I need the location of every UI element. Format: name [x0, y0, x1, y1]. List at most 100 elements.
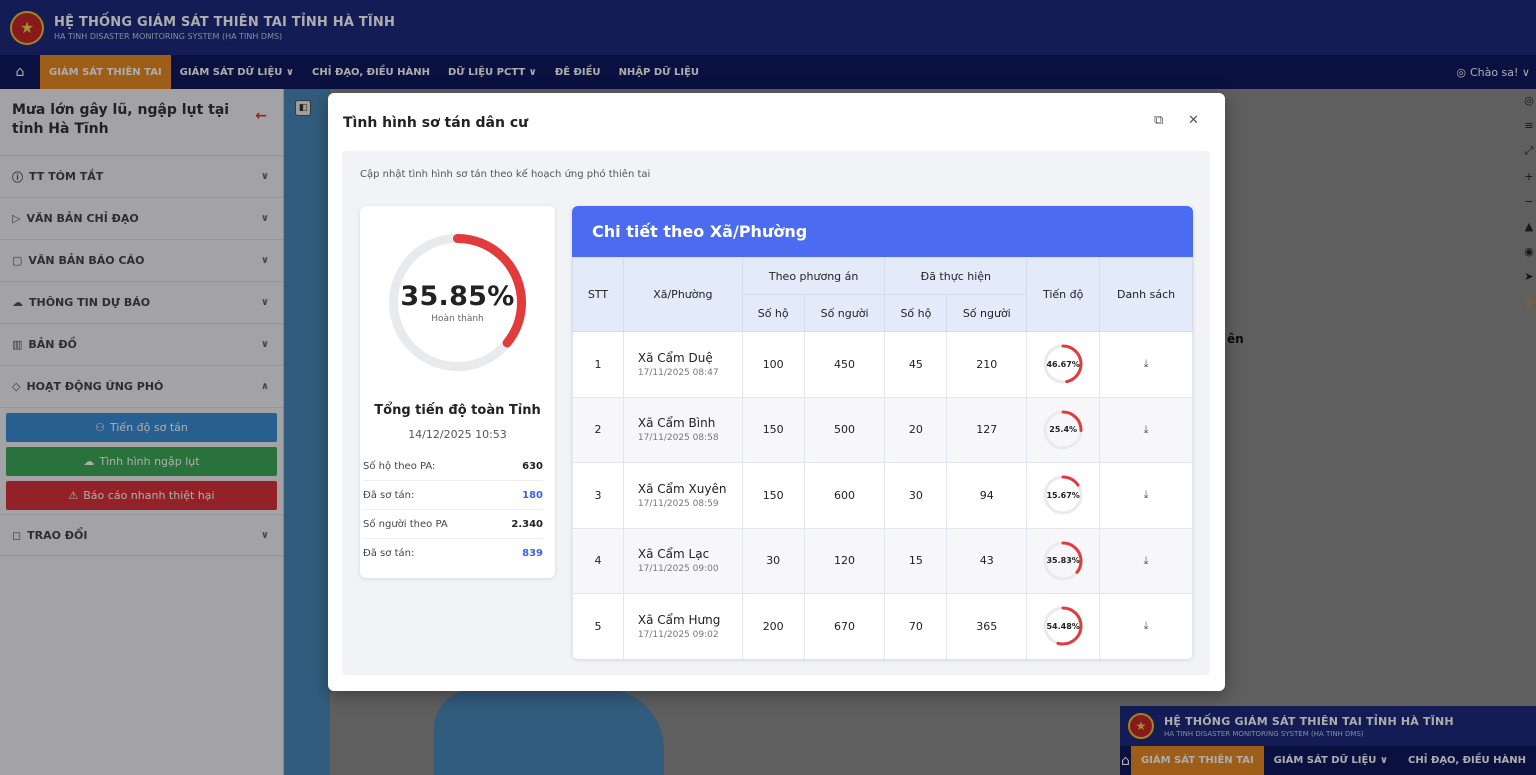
cell-progress: 35.83% — [1026, 527, 1101, 594]
table-row: 2 Xã Cẩm Bình 17/11/2025 08:58 150 500 20 127 2… — [572, 396, 1193, 463]
col-done-households: Số hộ — [884, 294, 948, 332]
evacuation-modal: Tình hình sơ tán dân cư ⧉ ✕ Cập nhật tìn… — [328, 93, 1225, 691]
cell-stt: 3 — [572, 462, 624, 529]
cell-xa-phuong: Xã Cẩm Bình 17/11/2025 08:58 — [622, 396, 743, 463]
close-icon[interactable]: ✕ — [1188, 113, 1199, 128]
cell-stt: 5 — [572, 593, 624, 659]
cell-done-households: 15 — [884, 527, 948, 594]
cell-plan-people: 120 — [803, 527, 886, 594]
col-plan-households: Số hộ — [741, 294, 805, 332]
cell-plan-households: 150 — [741, 396, 805, 463]
modal-title: Tình hình sơ tán dân cư — [343, 115, 529, 131]
cell-download: ⤓ — [1099, 462, 1193, 529]
progress-text: 54.48% — [1046, 621, 1080, 631]
progress-text: 15.67% — [1046, 490, 1080, 500]
cell-progress: 25.4% — [1026, 396, 1101, 463]
cell-download: ⤓ — [1099, 527, 1193, 594]
table-row: 5 Xã Cẩm Hưng 17/11/2025 09:02 200 670 70 365 5… — [572, 593, 1193, 659]
summary-stats: Số hộ theo PA: 630 Đã sơ tán: 180 Số ngư… — [363, 452, 543, 568]
cell-done-households: 20 — [884, 396, 948, 463]
cell-plan-people: 500 — [803, 396, 886, 463]
stat-value: 839 — [522, 548, 543, 559]
col-stt: STT — [572, 257, 624, 332]
cell-done-people: 210 — [946, 331, 1028, 398]
cell-download: ⤓ — [1099, 331, 1193, 398]
cell-plan-households: 100 — [741, 331, 805, 398]
progress-text: 46.67% — [1046, 359, 1080, 369]
progress-ring: 46.67% — [1041, 342, 1085, 386]
progress-ring: 15.67% — [1041, 473, 1085, 517]
cell-stt: 4 — [572, 527, 624, 594]
modal-description: Cập nhật tình hình sơ tán theo kế hoạch … — [360, 169, 651, 180]
xa-name: Xã Cẩm Lạc — [637, 547, 710, 562]
stat-row: Đã sơ tán: 839 — [363, 539, 543, 568]
col-xa-phuong: Xã/Phường — [622, 257, 743, 332]
col-done-people: Số người — [946, 294, 1028, 332]
xa-name: Xã Cẩm Duệ — [637, 350, 713, 365]
xa-name: Xã Cẩm Bình — [637, 416, 716, 431]
stat-row: Số hộ theo PA: 630 — [363, 452, 543, 481]
download-icon[interactable]: ⤓ — [1144, 423, 1149, 436]
xa-name: Xã Cẩm Hưng — [637, 612, 721, 627]
cell-done-people: 43 — [946, 527, 1028, 594]
cell-plan-households: 150 — [741, 462, 805, 529]
stat-label: Số người theo PA — [363, 518, 448, 530]
xa-name: Xã Cẩm Xuyên — [637, 481, 727, 496]
detail-heading: Chi tiết theo Xã/Phường — [572, 206, 1193, 257]
cell-done-households: 70 — [884, 593, 948, 659]
expand-icon[interactable]: ⧉ — [1154, 113, 1163, 128]
table-row: 4 Xã Cẩm Lạc 17/11/2025 09:00 30 120 15 43 35.8… — [572, 527, 1193, 594]
summary-title: Tổng tiến độ toàn Tỉnh — [374, 403, 541, 418]
cell-progress: 54.48% — [1026, 593, 1101, 659]
col-tien-do: Tiến độ — [1026, 257, 1101, 332]
detail-table: STT Xã/Phường Theo phương án Đã thực hiệ… — [572, 257, 1193, 659]
cell-progress: 15.67% — [1026, 462, 1101, 529]
col-da-thuc-hien: Đã thực hiện — [884, 257, 1028, 295]
cell-done-people: 365 — [946, 593, 1028, 659]
stat-row: Đã sơ tán: 180 — [363, 481, 543, 510]
cell-done-households: 30 — [884, 462, 948, 529]
xa-updated-date: 17/11/2025 08:47 — [637, 367, 719, 378]
stat-value: 180 — [522, 489, 543, 501]
cell-done-households: 45 — [884, 331, 948, 398]
table-row: 3 Xã Cẩm Xuyên 17/11/2025 08:59 150 600 30 94 1… — [572, 462, 1193, 529]
xa-updated-date: 17/11/2025 08:58 — [637, 433, 719, 444]
table-row: 1 Xã Cẩm Duệ 17/11/2025 08:47 100 450 45 210 46… — [572, 331, 1193, 398]
download-icon[interactable]: ⤓ — [1144, 357, 1149, 370]
xa-updated-date: 17/11/2025 08:59 — [637, 498, 719, 509]
col-theo-phuong-an: Theo phương án — [741, 257, 886, 295]
cell-plan-people: 600 — [803, 462, 886, 529]
detail-table-body: 1 Xã Cẩm Duệ 17/11/2025 08:47 100 450 45 210 46… — [572, 331, 1193, 659]
cell-done-people: 127 — [946, 396, 1028, 463]
stat-label: Đã sơ tán: — [363, 489, 415, 501]
cell-xa-phuong: Xã Cẩm Lạc 17/11/2025 09:00 — [622, 527, 743, 594]
download-icon[interactable]: ⤓ — [1144, 619, 1149, 632]
cell-xa-phuong: Xã Cẩm Duệ 17/11/2025 08:47 — [622, 331, 743, 398]
modal-body: Cập nhật tình hình sơ tán theo kế hoạch … — [342, 151, 1210, 675]
cell-plan-households: 30 — [741, 527, 805, 594]
cell-plan-people: 450 — [803, 331, 886, 398]
col-plan-people: Số người — [803, 294, 886, 332]
detail-card: Chi tiết theo Xã/Phường STT Xã/Phường Th… — [572, 206, 1193, 659]
progress-ring: 35.83% — [1041, 539, 1085, 583]
stat-value: 2.340 — [511, 518, 543, 530]
ring-label: Hoàn thành — [431, 314, 484, 324]
download-icon[interactable]: ⤓ — [1144, 488, 1149, 501]
stat-label: Đã sơ tán: — [363, 548, 415, 559]
cell-progress: 46.67% — [1026, 331, 1101, 398]
cell-xa-phuong: Xã Cẩm Xuyên 17/11/2025 08:59 — [622, 462, 743, 529]
cell-xa-phuong: Xã Cẩm Hưng 17/11/2025 09:02 — [622, 593, 743, 659]
download-icon[interactable]: ⤓ — [1144, 554, 1149, 567]
summary-card: 35.85% Hoàn thành Tổng tiến độ toàn Tỉnh… — [360, 206, 555, 578]
cell-plan-people: 670 — [803, 593, 886, 659]
cell-download: ⤓ — [1099, 396, 1193, 463]
xa-updated-date: 17/11/2025 09:00 — [637, 564, 719, 575]
progress-ring: 25.4% — [1041, 408, 1085, 452]
cell-download: ⤓ — [1099, 593, 1193, 659]
stat-label: Số hộ theo PA: — [363, 460, 436, 472]
cell-plan-households: 200 — [741, 593, 805, 659]
ring-text: 35.85% Hoàn thành — [386, 231, 529, 374]
overall-progress-ring: 35.85% Hoàn thành — [386, 231, 529, 374]
overall-percent: 35.85% — [400, 281, 515, 312]
stat-value: 630 — [522, 460, 543, 472]
